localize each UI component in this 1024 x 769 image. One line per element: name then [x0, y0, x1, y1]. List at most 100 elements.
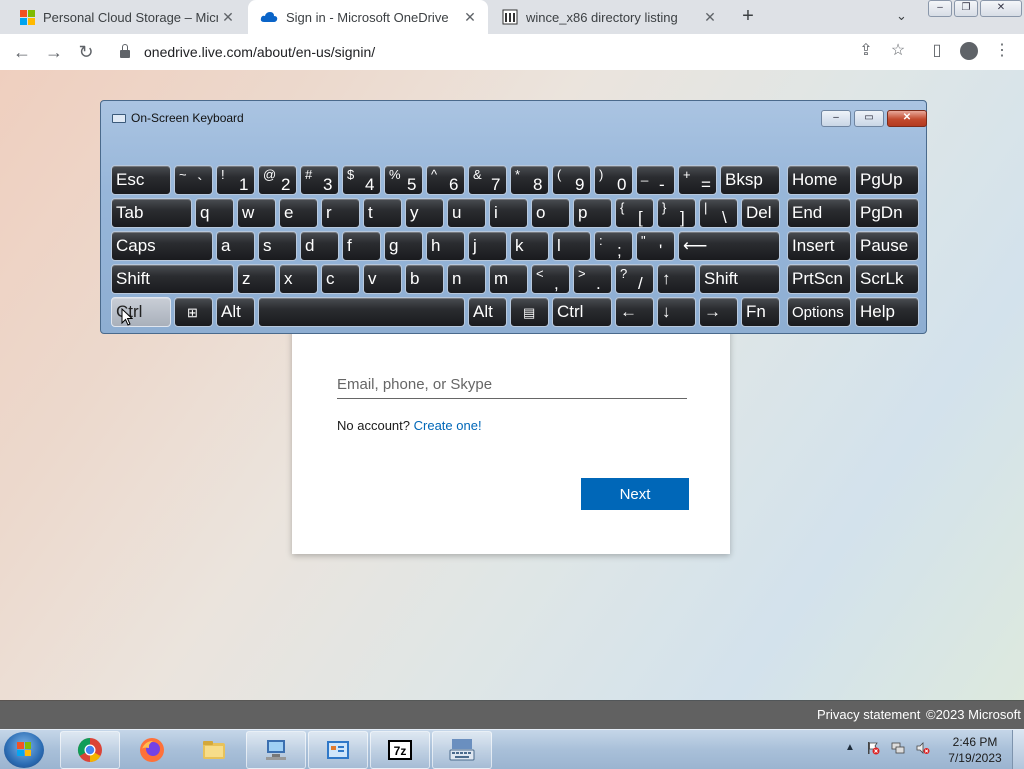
key-l[interactable]: l — [552, 231, 591, 261]
key-x93[interactable]: }] — [657, 198, 696, 228]
key-pgup[interactable]: PgUp — [855, 165, 919, 195]
key-x91[interactable]: {[ — [615, 198, 654, 228]
key-d[interactable]: d — [300, 231, 339, 261]
tab-wince-directory[interactable]: wince_x86 directory listing ✕ — [490, 0, 728, 34]
key-pgdn[interactable]: PgDn — [855, 198, 919, 228]
key-2[interactable]: @2 — [258, 165, 297, 195]
key-shift[interactable]: Shift — [699, 264, 780, 294]
key-x[interactable]: x — [279, 264, 318, 294]
key-p[interactable]: p — [573, 198, 612, 228]
key-alt[interactable]: Alt — [216, 297, 255, 327]
close-icon[interactable]: ✕ — [700, 9, 720, 26]
osk-minimize-button[interactable]: ‒ — [821, 110, 851, 127]
key-x39[interactable]: " ' — [636, 231, 675, 261]
osk-maximize-button[interactable]: ▭ — [854, 110, 884, 127]
key-x8594[interactable]: → — [699, 297, 738, 327]
key-u[interactable]: u — [447, 198, 486, 228]
key-bksp[interactable]: Bksp — [720, 165, 780, 195]
key-esc[interactable]: Esc — [111, 165, 171, 195]
key-0[interactable]: ) 0 — [594, 165, 633, 195]
key-insert[interactable]: Insert — [787, 231, 851, 261]
key-alt[interactable]: Alt — [468, 297, 507, 327]
close-window-button[interactable]: ✕ — [980, 0, 1022, 17]
side-panel-icon[interactable]: ▯ — [927, 41, 947, 61]
volume-muted-icon[interactable] — [916, 741, 930, 755]
minimize-button[interactable]: ‒ — [928, 0, 952, 17]
start-button[interactable] — [4, 732, 44, 768]
system-clock[interactable]: 2:46 PM 7/19/2023 — [945, 734, 1005, 766]
key-e[interactable]: e — [279, 198, 318, 228]
osk-close-button[interactable]: ✕ — [887, 110, 927, 127]
key-help[interactable]: Help — [855, 297, 919, 327]
key-m[interactable]: m — [489, 264, 528, 294]
key-x61[interactable]: + = — [678, 165, 717, 195]
key-ctrl[interactable]: Ctrl — [111, 297, 171, 327]
taskbar-7zip[interactable]: 7z — [370, 731, 430, 769]
key-prtscn[interactable]: PrtScn — [787, 264, 851, 294]
key-c[interactable]: c — [321, 264, 360, 294]
taskbar-on-screen-keyboard[interactable] — [432, 731, 492, 769]
key-tab[interactable]: Tab — [111, 198, 192, 228]
email-field[interactable] — [337, 370, 687, 399]
windows-logo-key[interactable]: ⊞ — [174, 297, 213, 327]
key-5[interactable]: % 5 — [384, 165, 423, 195]
key-r[interactable]: r — [321, 198, 360, 228]
key-s[interactable]: s — [258, 231, 297, 261]
key-7[interactable]: & 7 — [468, 165, 507, 195]
key-x59[interactable]: :; — [594, 231, 633, 261]
key-x45[interactable]: _ - — [636, 165, 675, 195]
taskbar-chrome[interactable] — [60, 731, 120, 769]
key-fn[interactable]: Fn — [741, 297, 780, 327]
action-center-flag-icon[interactable] — [866, 741, 880, 755]
key-f[interactable]: f — [342, 231, 381, 261]
key-home[interactable]: Home — [787, 165, 851, 195]
key-pause[interactable]: Pause — [855, 231, 919, 261]
key-caps[interactable]: Caps — [111, 231, 213, 261]
share-icon[interactable]: ⇪ — [856, 41, 876, 61]
key-t[interactable]: t — [363, 198, 402, 228]
kebab-menu-icon[interactable]: ⋮ — [992, 41, 1012, 61]
key-n[interactable]: n — [447, 264, 486, 294]
key-o[interactable]: o — [531, 198, 570, 228]
close-icon[interactable]: ✕ — [460, 9, 480, 26]
key-q[interactable]: q — [195, 198, 234, 228]
taskbar-firefox[interactable] — [122, 731, 182, 769]
key-3[interactable]: #3 — [300, 165, 339, 195]
key-v[interactable]: v — [363, 264, 402, 294]
key-x92[interactable]: | \ — [699, 198, 738, 228]
key-w[interactable]: w — [237, 198, 276, 228]
taskbar-control-panel[interactable] — [308, 731, 368, 769]
key-g[interactable]: g — [384, 231, 423, 261]
tab-onedrive-signin[interactable]: Sign in - Microsoft OneDrive ✕ — [248, 0, 488, 34]
key-h[interactable]: h — [426, 231, 465, 261]
key-1[interactable]: ! 1 — [216, 165, 255, 195]
key-x46[interactable]: >. — [573, 264, 612, 294]
forward-arrow-icon[interactable]: → — [42, 40, 66, 64]
key-shift[interactable]: Shift — [111, 264, 234, 294]
restore-button[interactable]: ❐ — [954, 0, 978, 17]
key-j[interactable]: j — [468, 231, 507, 261]
key-x8595[interactable]: ↓ — [657, 297, 696, 327]
profile-avatar-icon[interactable] — [959, 41, 979, 61]
key-8[interactable]: * 8 — [510, 165, 549, 195]
tab-search-chevron-icon[interactable]: ⌄ — [896, 8, 907, 24]
key-end[interactable]: End — [787, 198, 851, 228]
key-x10229[interactable]: ⟵ — [678, 231, 780, 261]
key-del[interactable]: Del — [741, 198, 780, 228]
key-ctrl[interactable]: Ctrl — [552, 297, 612, 327]
network-status-icon[interactable] — [891, 741, 905, 755]
key-x44[interactable]: <, — [531, 264, 570, 294]
close-icon[interactable]: ✕ — [218, 9, 238, 26]
reload-icon[interactable]: ↻ — [74, 40, 98, 64]
menu-key-key[interactable]: ▤ — [510, 297, 549, 327]
key-x96[interactable]: ~ ` — [174, 165, 213, 195]
address-bar[interactable]: onedrive.live.com/about/en-us/signin/ — [112, 39, 912, 65]
key-x8592[interactable]: ← — [615, 297, 654, 327]
key-z[interactable]: z — [237, 264, 276, 294]
bookmark-star-icon[interactable]: ☆ — [888, 41, 908, 61]
key-b[interactable]: b — [405, 264, 444, 294]
key-9[interactable]: (9 — [552, 165, 591, 195]
key-x8593[interactable]: ↑ — [657, 264, 696, 294]
tab-personal-cloud-storage[interactable]: Personal Cloud Storage – Micros ✕ — [8, 0, 246, 34]
next-button[interactable]: Next — [581, 478, 689, 510]
